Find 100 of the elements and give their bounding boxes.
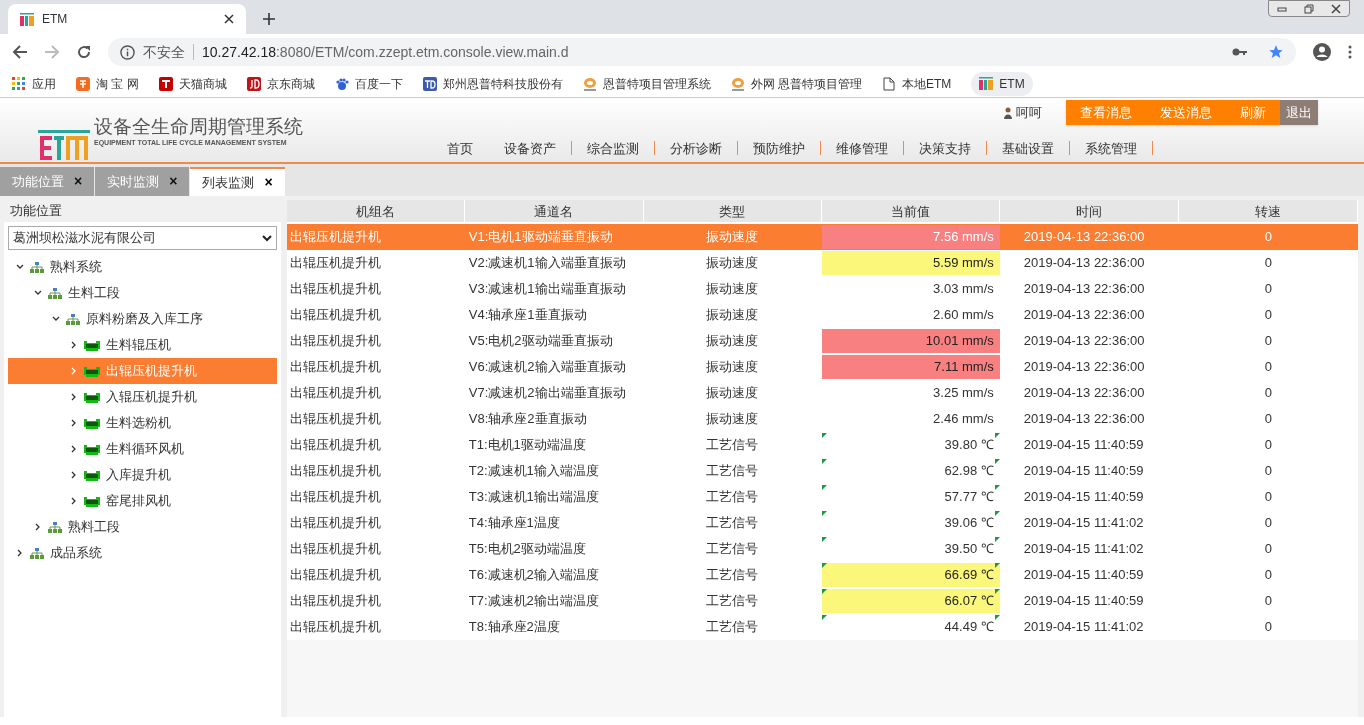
table-cell-text: V3:减速机1输出端垂直振动 <box>467 280 627 299</box>
value-cell: 7.11 mm/s <box>821 355 1000 379</box>
table-cell-text: 工艺信号 <box>704 566 759 585</box>
chevron-down-icon <box>16 263 24 271</box>
table-cell-text: 0 <box>1263 384 1273 403</box>
nav-link[interactable]: 预防维护 <box>738 138 820 158</box>
value-cell: 10.01 mm/s <box>821 329 1000 353</box>
table-row[interactable]: 出辊压机提升机 T6:减速机2输入端温度 工艺信号 66.69 ℃ 2019-04-15 11:40:59 0 <box>286 562 1358 588</box>
table-cell-text: 工艺信号 <box>704 514 759 533</box>
tree-item[interactable]: 生料选粉机 <box>8 410 277 436</box>
table-row[interactable]: 出辊压机提升机 V8:轴承座2垂直振动 振动速度 2.46 mm/s 2019-04-13 22:36:00 0 <box>286 406 1358 432</box>
nav-link[interactable]: 综合监测 <box>572 138 654 158</box>
system-title: 设备全生命周期管理系统 <box>94 116 303 138</box>
browser-tab[interactable]: ETM <box>8 4 246 34</box>
company-select[interactable]: 葛洲坝松滋水泥有限公司 <box>8 226 277 250</box>
table-cell-text: 出辊压机提升机 <box>288 228 382 247</box>
corner-mark-icon <box>821 511 827 516</box>
machine-icon <box>84 417 100 429</box>
page-icon <box>882 76 896 91</box>
bookmark-logo-icon <box>246 76 261 91</box>
page-tab[interactable]: 实时监测 × <box>95 167 190 196</box>
tree-item[interactable]: 原料粉磨及入库工序 <box>8 306 277 332</box>
table-cell-text: 2019-04-15 11:40:59 <box>1022 566 1145 585</box>
nav-link[interactable]: 设备资产 <box>489 138 571 158</box>
bookmark-link[interactable]: 百度一下 <box>334 74 403 93</box>
reload-icon[interactable] <box>76 44 92 60</box>
table-cell-text: 2019-04-13 22:36:00 <box>1022 358 1146 377</box>
table-row[interactable]: 出辊压机提升机 V3:减速机1输出端垂直振动 振动速度 3.03 mm/s 2019-04-13 22:36:00 0 <box>286 276 1358 302</box>
table-cell-text: 出辊压机提升机 <box>288 540 382 559</box>
table-cell-text: V1:电机1驱动端垂直振动 <box>467 228 614 247</box>
tree-item[interactable]: 窑尾排风机 <box>8 488 277 514</box>
column-header: 转速 <box>1178 200 1358 222</box>
table-row[interactable]: 出辊压机提升机 V4:轴承座1垂直振动 振动速度 2.60 mm/s 2019-04-13 22:36:00 0 <box>286 302 1358 328</box>
table-row[interactable]: 出辊压机提升机 V5:电机2驱动端垂直振动 振动速度 10.01 mm/s 2019-04-13 22:36:00 0 <box>286 328 1358 354</box>
table-row[interactable]: 出辊压机提升机 V6:减速机2输入端垂直振动 振动速度 7.11 mm/s 2019-04-13 22:36:00 0 <box>286 354 1358 380</box>
menu-icon[interactable] <box>1348 45 1352 59</box>
table-row[interactable]: 出辊压机提升机 T7:减速机2输出端温度 工艺信号 66.07 ℃ 2019-04-15 11:40:59 0 <box>286 588 1358 614</box>
window-controls[interactable] <box>1268 0 1350 17</box>
bookmark-link[interactable]: 郑州恩普特科技股份有 <box>422 74 563 93</box>
table-row[interactable]: 出辊压机提升机 T3:减速机1输出端温度 工艺信号 57.77 ℃ 2019-04-15 11:40:59 0 <box>286 484 1358 510</box>
table-cell-text: 振动速度 <box>704 332 759 351</box>
page-tab[interactable]: 列表监测 × <box>190 167 285 196</box>
value-cell-text: 2.60 mm/s <box>932 306 995 324</box>
bookmark-link[interactable]: 恩普特项目管理系统 <box>582 74 711 93</box>
value-cell: 44.49 ℃ <box>821 615 1000 639</box>
close-icon[interactable] <box>1330 3 1341 14</box>
nav-link[interactable]: 首页 <box>432 138 488 158</box>
address-bar[interactable]: 不安全 10.27.42.18:8080/ETM/com.zzept.etm.console.view.main.d <box>108 38 1296 66</box>
bookmark-link[interactable]: 天猫商城 <box>158 74 227 93</box>
table-row[interactable]: 出辊压机提升机 T2:减速机1输入端温度 工艺信号 62.98 ℃ 2019-04-15 11:40:59 0 <box>286 458 1358 484</box>
tree-item[interactable]: 熟料工段 <box>8 514 277 540</box>
table-cell-text: 0 <box>1263 462 1273 481</box>
table-cell-text: 振动速度 <box>704 384 759 403</box>
table-row[interactable]: 出辊压机提升机 V7:减速机2输出端垂直振动 振动速度 3.25 mm/s 2019-04-13 22:36:00 0 <box>286 380 1358 406</box>
nav-link[interactable]: 系统管理 <box>1070 138 1152 158</box>
machine-icon <box>84 443 100 455</box>
bookmark-link[interactable]: 本地ETM <box>882 74 952 93</box>
tree-item[interactable]: 熟料系统 <box>8 254 277 280</box>
bookmark-link[interactable]: 应用 <box>12 74 56 93</box>
tree-item[interactable]: 入库提升机 <box>8 462 277 488</box>
back-icon[interactable] <box>12 44 28 60</box>
tree-item[interactable]: 生料工段 <box>8 280 277 306</box>
table-cell-text: 0 <box>1263 436 1273 455</box>
key-icon[interactable] <box>1232 47 1248 57</box>
close-icon[interactable]: × <box>264 172 273 193</box>
table-cell-text: 振动速度 <box>704 254 759 273</box>
nav-link[interactable]: 维修管理 <box>821 138 903 158</box>
close-icon[interactable] <box>224 14 234 24</box>
minimize-icon[interactable] <box>1277 4 1288 13</box>
table-cell-text: V5:电机2驱动端垂直振动 <box>467 332 614 351</box>
table-cell-text: 0 <box>1263 488 1273 507</box>
page-tab[interactable]: 功能位置 × <box>0 167 95 196</box>
nav-link[interactable]: 决策支持 <box>904 138 986 158</box>
bookmark-link[interactable]: 京东商城 <box>246 74 315 93</box>
tree-item[interactable]: 生料辊压机 <box>8 332 277 358</box>
table-row[interactable]: 出辊压机提升机 T5:电机2驱动端温度 工艺信号 39.50 ℃ 2019-04-15 11:41:02 0 <box>286 536 1358 562</box>
tree-item[interactable]: 入辊压机提升机 <box>8 384 277 410</box>
action-button[interactable]: 退出 <box>1280 100 1318 125</box>
value-cell: 66.07 ℃ <box>821 589 1000 613</box>
table-cell-text: T7:减速机2输出端温度 <box>467 592 600 611</box>
chevron-right-icon <box>70 419 78 427</box>
nav-link[interactable]: 分析诊断 <box>655 138 737 158</box>
bookmark-link[interactable]: 淘 宝 网 <box>76 74 139 93</box>
table-cell-text: 0 <box>1263 514 1273 533</box>
close-icon[interactable]: × <box>169 171 178 192</box>
table-cell-text: 出辊压机提升机 <box>288 410 382 429</box>
nav-link[interactable]: 基础设置 <box>987 138 1069 158</box>
new-tab-icon[interactable] <box>262 12 276 26</box>
bookmark-link[interactable]: ETM <box>971 71 1033 96</box>
tree-item[interactable]: 成品系统 <box>8 540 277 566</box>
table-row[interactable]: 出辊压机提升机 T8:轴承座2温度 工艺信号 44.49 ℃ 2019-04-15 11:41:02 0 <box>286 614 1358 640</box>
profile-icon[interactable] <box>1312 42 1332 62</box>
table-row[interactable]: 出辊压机提升机 T4:轴承座1温度 工艺信号 39.06 ℃ 2019-04-15 11:41:02 0 <box>286 510 1358 536</box>
table-row[interactable]: 出辊压机提升机 V2:减速机1输入端垂直振动 振动速度 5.59 mm/s 2019-04-13 22:36:00 0 <box>286 250 1358 276</box>
close-icon[interactable]: × <box>74 171 83 192</box>
restore-icon[interactable] <box>1304 3 1314 14</box>
star-icon[interactable] <box>1268 44 1284 60</box>
bookmark-link[interactable]: 外网 恩普特项目管理 <box>730 74 862 93</box>
table-row[interactable]: 出辊压机提升机 T1:电机1驱动端温度 工艺信号 39.80 ℃ 2019-04-15 11:40:59 0 <box>286 432 1358 458</box>
tree-item[interactable]: 生料循环风机 <box>8 436 277 462</box>
